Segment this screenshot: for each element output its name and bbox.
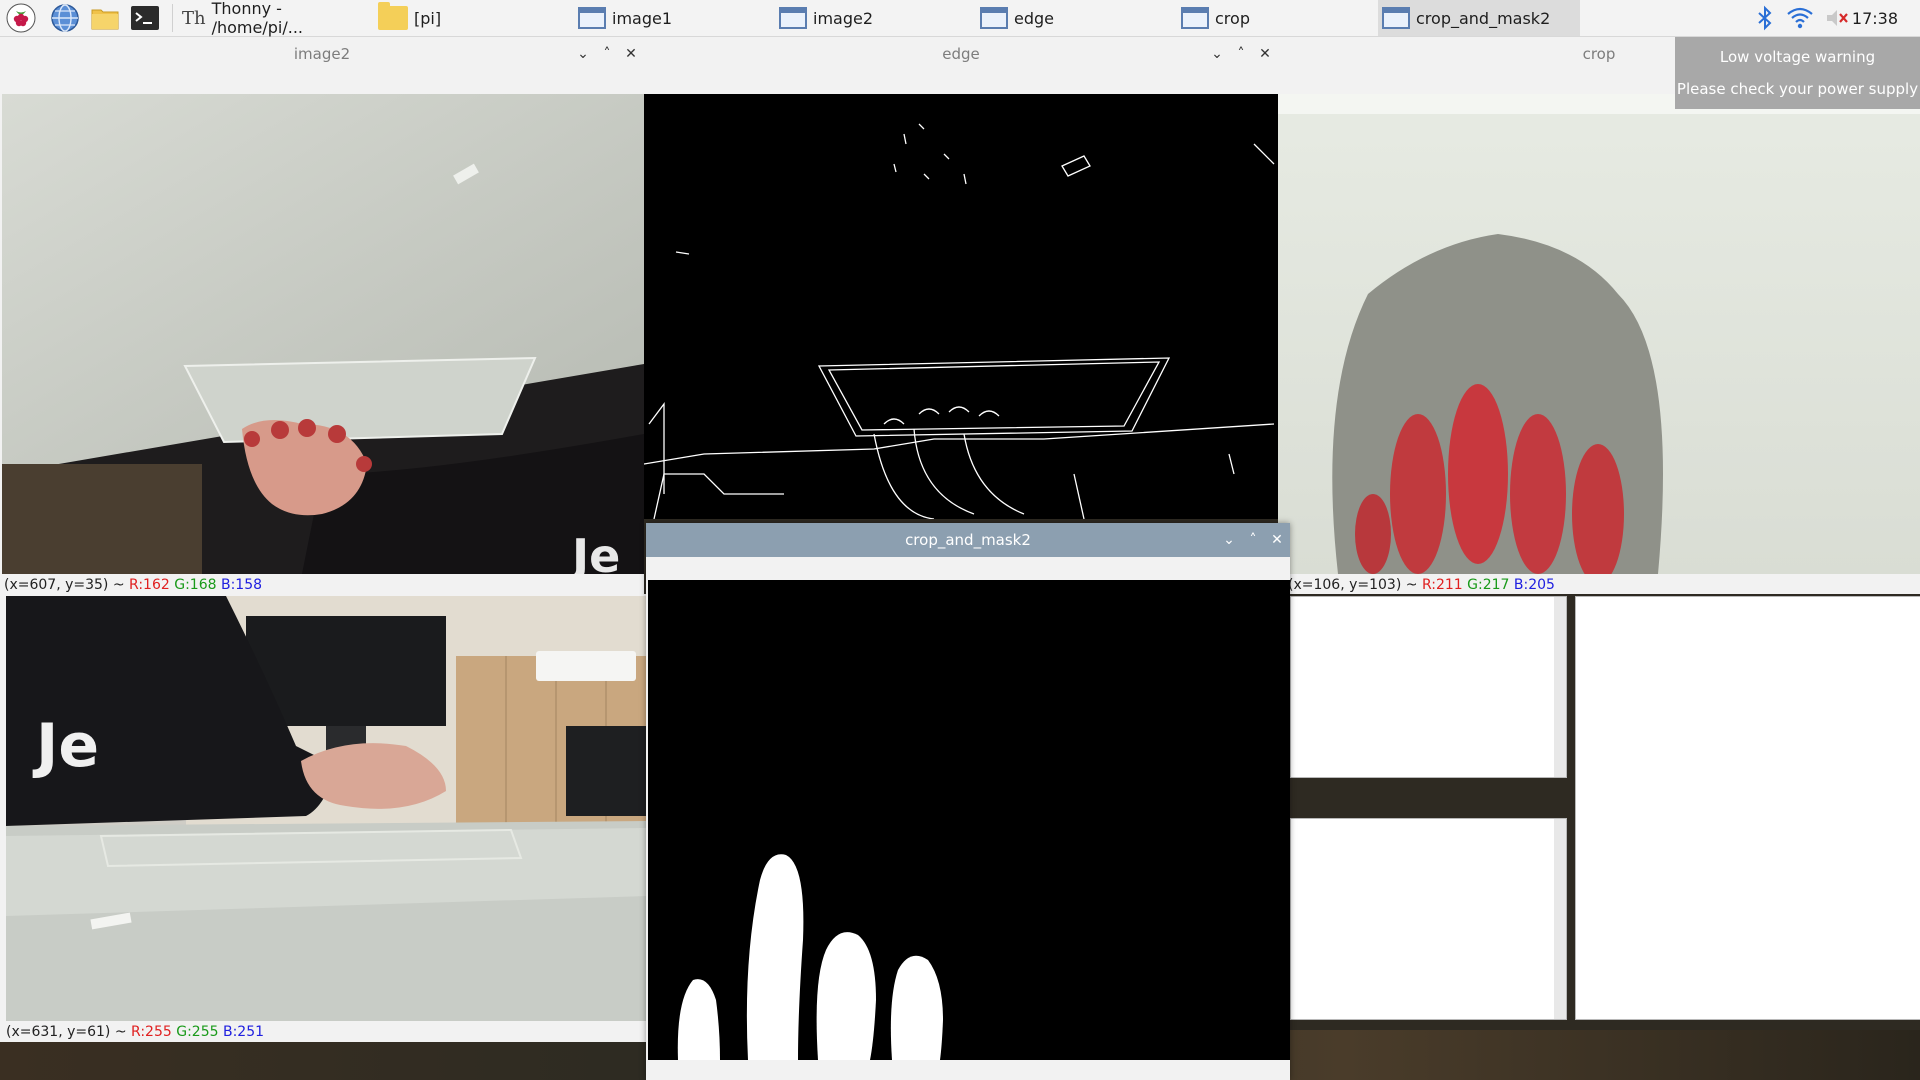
svg-text:Je: Je — [569, 529, 620, 574]
window-titlebar[interactable]: image2 ⌄ ˄ ✕ — [0, 37, 644, 71]
scrollbar[interactable] — [1554, 597, 1566, 777]
pixel-info: (x=631, y=61) ~ R:255 G:255 B:251 — [6, 1024, 264, 1040]
pixel-coords: (x=607, y=35) ~ — [4, 577, 130, 593]
close-icon[interactable]: ✕ — [624, 37, 638, 71]
thonny-editor-pane[interactable] — [1290, 596, 1567, 778]
pixel-green: G:255 — [176, 1024, 219, 1040]
thonny-shell-pane[interactable] — [1290, 818, 1567, 1020]
taskbar-app-file-manager[interactable]: [pi] — [374, 0, 568, 36]
pixel-info: (x=607, y=35) ~ R:162 G:168 B:158 — [4, 577, 262, 593]
minimize-icon[interactable]: ⌄ — [1222, 523, 1236, 557]
window-title: image2 — [293, 45, 351, 63]
minimize-icon[interactable]: ⌄ — [576, 37, 590, 71]
bluetooth-icon[interactable] — [1750, 3, 1780, 33]
taskbar-app-label: crop_and_mask2 — [1416, 8, 1551, 28]
pixel-blue: B:205 — [1513, 577, 1555, 593]
maximize-icon[interactable]: ˄ — [1246, 523, 1260, 557]
taskbar-app-label: crop — [1215, 8, 1250, 28]
svg-text:Je: Je — [32, 711, 99, 781]
scrollbar[interactable] — [1554, 819, 1566, 1019]
edge-image-view[interactable] — [644, 94, 1278, 519]
window-icon — [578, 7, 606, 29]
window-crop-and-mask2: crop_and_mask2 ⌄ ˄ ✕ — [646, 523, 1290, 1080]
close-icon[interactable]: ✕ — [1258, 37, 1272, 71]
pixel-info: (x=106, y=103) ~ R:211 G:217 B:205 — [1288, 577, 1555, 593]
maximize-icon[interactable]: ˄ — [600, 37, 614, 71]
notification-title: Low voltage warning — [1719, 48, 1876, 66]
window-title: edge — [942, 45, 980, 63]
taskbar-app-crop[interactable]: crop — [1177, 0, 1371, 36]
minimize-icon[interactable]: ⌄ — [1210, 37, 1224, 71]
pixel-coords: (x=631, y=61) ~ — [6, 1024, 132, 1040]
maximize-icon[interactable]: ˄ — [1234, 37, 1248, 71]
thonny-icon: Th — [182, 7, 206, 29]
taskbar-app-label: [pi] — [414, 8, 442, 28]
mask-image-view[interactable] — [648, 580, 1290, 1060]
pixel-red: R:255 — [131, 1024, 172, 1040]
pixel-coords: (x=106, y=103) ~ — [1288, 577, 1422, 593]
taskbar-app-image1[interactable]: image1 — [574, 0, 768, 36]
window-titlebar[interactable]: edge ⌄ ˄ ✕ — [644, 37, 1278, 71]
window-title: crop — [1582, 45, 1616, 63]
taskbar-app-image2[interactable]: image2 — [775, 0, 969, 36]
wifi-icon[interactable] — [1785, 3, 1815, 33]
taskbar-app-edge[interactable]: edge — [976, 0, 1170, 36]
taskbar-app-label: image2 — [813, 8, 874, 28]
image-view[interactable]: Je — [2, 94, 644, 574]
pixel-red: R:162 — [129, 577, 170, 593]
terminal-icon[interactable] — [130, 3, 160, 33]
folder-icon — [378, 2, 408, 30]
thonny-side-pane[interactable] — [1575, 596, 1920, 1020]
clock[interactable]: 17:38 — [1852, 9, 1898, 28]
volume-muted-icon[interactable] — [1822, 3, 1852, 33]
taskbar-separator — [172, 4, 173, 32]
window-image2: image2 ⌄ ˄ ✕ Je (x=607, y=35) ~ R:162 G:… — [0, 37, 644, 594]
taskbar-app-label: Thonny - /home/pi/... — [211, 0, 303, 37]
file-manager-icon[interactable] — [90, 3, 120, 33]
web-browser-icon[interactable] — [50, 3, 80, 33]
image-view[interactable]: Je — [6, 596, 646, 1021]
crop-image-view[interactable] — [1278, 94, 1920, 574]
low-voltage-notification[interactable]: Low voltage warning Please check your po… — [1675, 37, 1920, 109]
window-icon — [779, 7, 807, 29]
window-edge: edge ⌄ ˄ ✕ — [644, 37, 1278, 519]
pixel-green: G:217 — [1467, 577, 1510, 593]
pixel-blue: B:158 — [220, 577, 263, 593]
close-icon[interactable]: ✕ — [1270, 523, 1284, 557]
taskbar-app-label: edge — [1014, 8, 1054, 28]
raspberry-menu-icon[interactable] — [6, 3, 36, 33]
taskbar: Th Thonny - /home/pi/... [pi] image1 ima… — [0, 0, 1920, 37]
window-titlebar[interactable]: crop_and_mask2 ⌄ ˄ ✕ — [646, 523, 1290, 557]
taskbar-app-crop-and-mask2[interactable]: crop_and_mask2 — [1378, 0, 1580, 36]
taskbar-app-label: image1 — [612, 8, 673, 28]
window-icon — [980, 7, 1008, 29]
window-title: crop_and_mask2 — [905, 531, 1031, 549]
notification-message: Please check your power supply — [1676, 80, 1919, 98]
pixel-green: G:168 — [174, 577, 217, 593]
taskbar-app-thonny[interactable]: Th Thonny - /home/pi/... — [178, 0, 372, 37]
window-image1: Je (x=631, y=61) ~ R:255 G:255 B:251 — [0, 594, 646, 1042]
window-icon — [1382, 7, 1410, 29]
window-crop: crop (x=106, y=103) ~ R:211 G:217 B:205 — [1278, 37, 1920, 594]
pixel-blue: B:251 — [222, 1024, 265, 1040]
window-icon — [1181, 7, 1209, 29]
pixel-red: R:211 — [1421, 577, 1463, 593]
